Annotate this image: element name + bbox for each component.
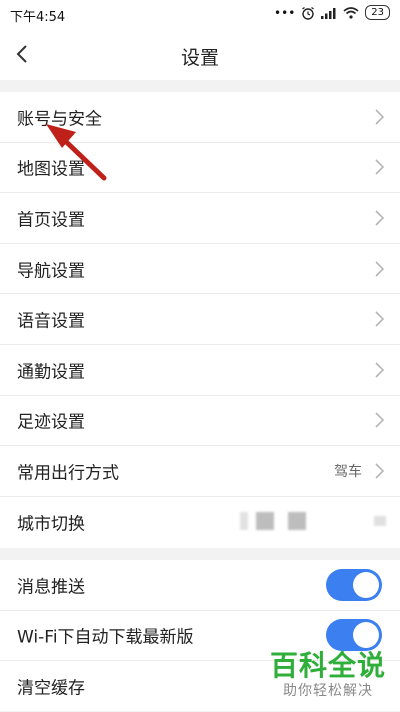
chevron-right-icon: [375, 362, 385, 378]
chevron-right-icon: [375, 109, 385, 125]
settings-row-map[interactable]: 地图设置: [0, 143, 400, 194]
section-gap: [0, 80, 400, 92]
chevron-right-icon: [375, 463, 385, 479]
battery-indicator: 23: [365, 5, 390, 20]
watermark: 百科全说 助你轻松解决: [270, 650, 386, 700]
chevron-right-icon: [375, 412, 385, 428]
row-label: 消息推送: [17, 577, 85, 598]
settings-row-footprint[interactable]: 足迹设置: [0, 396, 400, 447]
settings-row-commute[interactable]: 通勤设置: [0, 345, 400, 396]
dots-icon: •••: [274, 5, 296, 20]
settings-row-push: 消息推送: [0, 560, 400, 611]
chevron-right-icon: [375, 159, 385, 175]
status-time: 下午4:54: [10, 10, 66, 25]
push-toggle[interactable]: [326, 568, 382, 601]
row-label: 首页设置: [17, 210, 85, 231]
settings-row-navigation[interactable]: 导航设置: [0, 244, 400, 295]
watermark-title: 百科全说: [269, 649, 386, 682]
row-label: 足迹设置: [17, 412, 85, 433]
settings-row-travel-mode[interactable]: 常用出行方式 驾车: [0, 446, 400, 497]
chevron-right-icon: [375, 261, 385, 277]
row-label: 城市切换: [17, 514, 85, 535]
row-label: 清空缓存: [17, 678, 85, 699]
settings-row-voice[interactable]: 语音设置: [0, 294, 400, 345]
row-label: 语音设置: [17, 311, 85, 332]
row-label: 导航设置: [17, 261, 85, 282]
nav-bar: 设置: [0, 28, 400, 81]
row-label: 常用出行方式: [17, 463, 119, 484]
watermark-subtitle: 助你轻松解决: [282, 683, 373, 699]
settings-group-main: 账号与安全 地图设置 首页设置 导航设置 语音设置 通勤设置 足迹设置 常用出行…: [0, 92, 400, 548]
row-label: 账号与安全: [17, 109, 102, 130]
chevron-right-icon: [375, 311, 385, 327]
chevron-right-icon: [375, 210, 385, 226]
blurred-city-value: [240, 512, 390, 532]
row-label: 通勤设置: [17, 362, 85, 383]
row-label: 地图设置: [17, 159, 85, 180]
toggle-knob: [353, 622, 379, 649]
toggle-knob: [353, 571, 379, 598]
wifi-icon: [343, 6, 359, 19]
settings-row-city-switch[interactable]: 城市切换: [0, 497, 400, 548]
page-title: 设置: [180, 47, 219, 69]
status-icons: ••• 23: [274, 5, 390, 20]
status-bar: 下午4:54 ••• 23: [0, 0, 400, 28]
settings-row-home[interactable]: 首页设置: [0, 193, 400, 244]
alarm-icon: [302, 6, 315, 20]
row-label: Wi-Fi下自动下载最新版: [17, 627, 194, 648]
signal-icon: [321, 7, 336, 19]
settings-row-account-security[interactable]: 账号与安全: [0, 92, 400, 143]
wifi-download-toggle[interactable]: [326, 619, 382, 652]
travel-mode-value: 驾车: [334, 463, 362, 480]
